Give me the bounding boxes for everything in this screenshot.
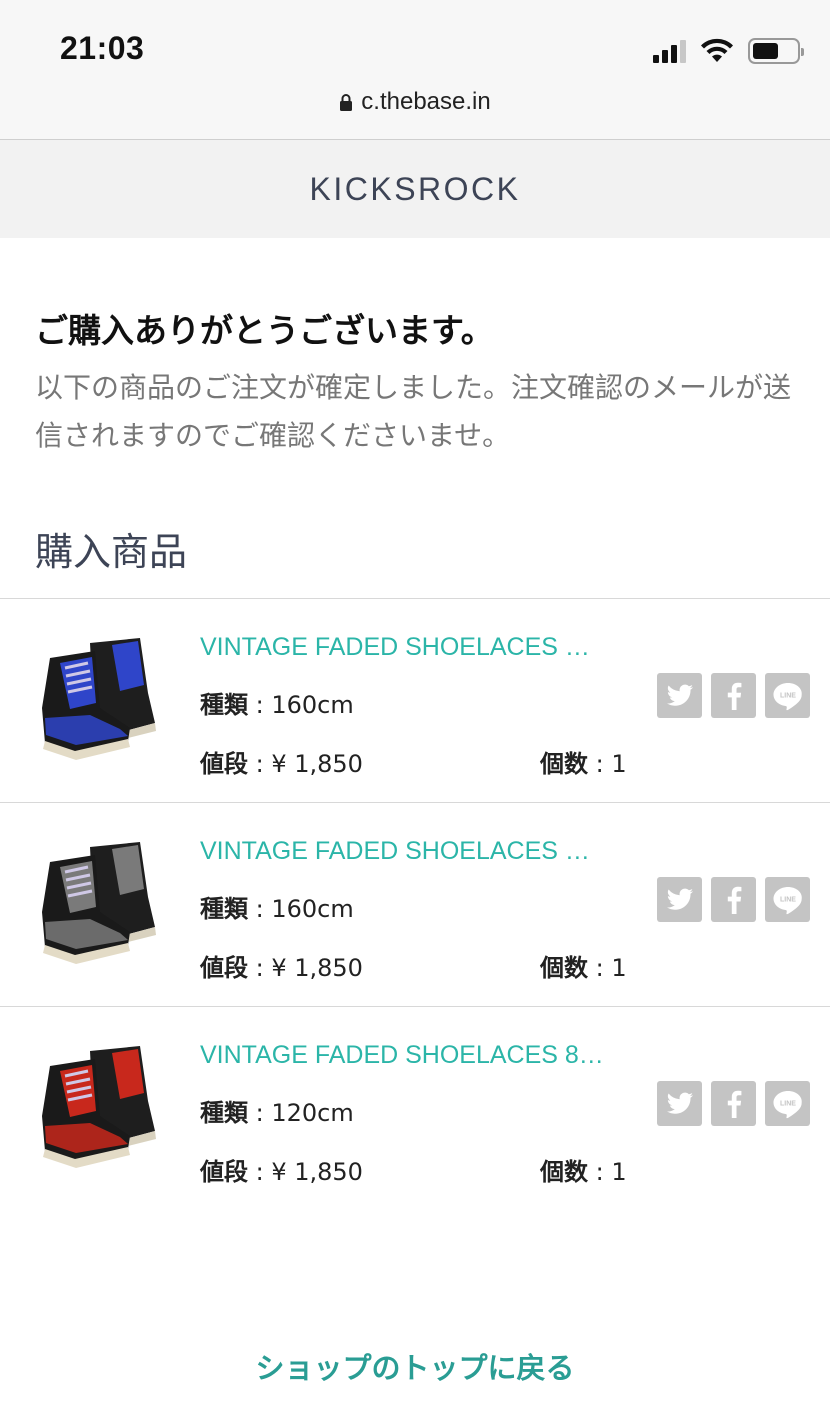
product-name[interactable]: VINTAGE FADED SHOELACES 8… [200,1041,630,1070]
shop-name[interactable]: KICKSROCK [310,171,521,208]
variant-label: 種類 [200,1099,248,1127]
product-price: 値段 : ¥ 1,850 [200,1152,363,1187]
price-label: 値段 [200,750,248,778]
share-buttons: LINE [657,877,810,922]
twitter-icon [666,888,694,912]
product-name[interactable]: VINTAGE FADED SHOELACES … [200,837,630,866]
twitter-icon [666,684,694,708]
product-quantity: 個数 : 1 [540,744,627,779]
twitter-share-button[interactable] [657,673,702,718]
twitter-share-button[interactable] [657,1081,702,1126]
separator: : [248,895,272,923]
line-icon: LINE [772,1089,804,1119]
list-item: VINTAGE FADED SHOELACES … 種類 : 160cm 値段 … [0,598,830,802]
product-image[interactable] [20,623,175,773]
battery-icon [748,38,804,64]
item-list: VINTAGE FADED SHOELACES … 種類 : 160cm 値段 … [0,598,830,1210]
line-share-button[interactable]: LINE [765,673,810,718]
facebook-share-button[interactable] [711,673,756,718]
share-buttons: LINE [657,673,810,718]
variant-value: 120cm [271,1099,354,1127]
quantity-value: 1 [611,954,627,982]
line-share-button[interactable]: LINE [765,877,810,922]
status-time: 21:03 [60,30,145,66]
facebook-icon [726,1090,742,1118]
purchased-items-heading: 購入商品 [35,530,188,574]
cellular-signal-icon [653,39,686,63]
facebook-icon [726,682,742,710]
wifi-icon [701,38,733,62]
separator: : [588,1158,612,1186]
product-quantity: 個数 : 1 [540,948,627,983]
separator: : [248,1158,272,1186]
list-item: VINTAGE FADED SHOELACES 8… 種類 : 120cm 値段… [0,1006,830,1210]
quantity-value: 1 [611,1158,627,1186]
product-name[interactable]: VINTAGE FADED SHOELACES … [200,633,630,662]
svg-text:LINE: LINE [780,692,796,699]
thanks-message: 以下の商品のご注文が確定しました。注文確認のメールが送信されますのでご確認くださ… [35,371,792,452]
twitter-share-button[interactable] [657,877,702,922]
variant-value: 160cm [271,691,354,719]
product-quantity: 個数 : 1 [540,1152,627,1187]
list-item: VINTAGE FADED SHOELACES … 種類 : 160cm 値段 … [0,802,830,1006]
back-to-shop-link[interactable]: ショップのトップに戻る [0,1345,830,1387]
quantity-label: 個数 [540,750,588,778]
line-icon: LINE [772,681,804,711]
product-image[interactable] [20,827,175,977]
shop-header: KICKSROCK [0,140,830,238]
price-value: ¥ 1,850 [271,954,363,982]
separator: : [248,954,272,982]
variant-value: 160cm [271,895,354,923]
quantity-label: 個数 [540,1158,588,1186]
price-label: 値段 [200,954,248,982]
line-share-button[interactable]: LINE [765,1081,810,1126]
url-text: c.thebase.in [361,88,491,115]
svg-text:LINE: LINE [780,896,796,903]
price-value: ¥ 1,850 [271,1158,363,1186]
lock-icon [340,94,353,111]
separator: : [248,750,272,778]
separator: : [588,954,612,982]
separator: : [248,691,272,719]
product-variant: 種類 : 160cm [200,889,354,924]
price-value: ¥ 1,850 [271,750,363,778]
facebook-icon [726,886,742,914]
share-buttons: LINE [657,1081,810,1126]
quantity-value: 1 [611,750,627,778]
product-variant: 種類 : 120cm [200,1093,354,1128]
facebook-share-button[interactable] [711,877,756,922]
separator: : [248,1099,272,1127]
browser-chrome: 21:03 c.thebase.in [0,0,830,140]
address-bar[interactable]: c.thebase.in [0,88,830,116]
price-label: 値段 [200,1158,248,1186]
variant-label: 種類 [200,895,248,923]
product-image[interactable] [20,1031,175,1181]
separator: : [588,750,612,778]
variant-label: 種類 [200,691,248,719]
product-price: 値段 : ¥ 1,850 [200,948,363,983]
thanks-title: ご購入ありがとうございます。 [35,311,494,350]
svg-text:LINE: LINE [780,1100,796,1107]
line-icon: LINE [772,885,804,915]
facebook-share-button[interactable] [711,1081,756,1126]
product-price: 値段 : ¥ 1,850 [200,744,363,779]
quantity-label: 個数 [540,954,588,982]
product-variant: 種類 : 160cm [200,685,354,720]
status-icons [653,36,804,66]
twitter-icon [666,1092,694,1116]
